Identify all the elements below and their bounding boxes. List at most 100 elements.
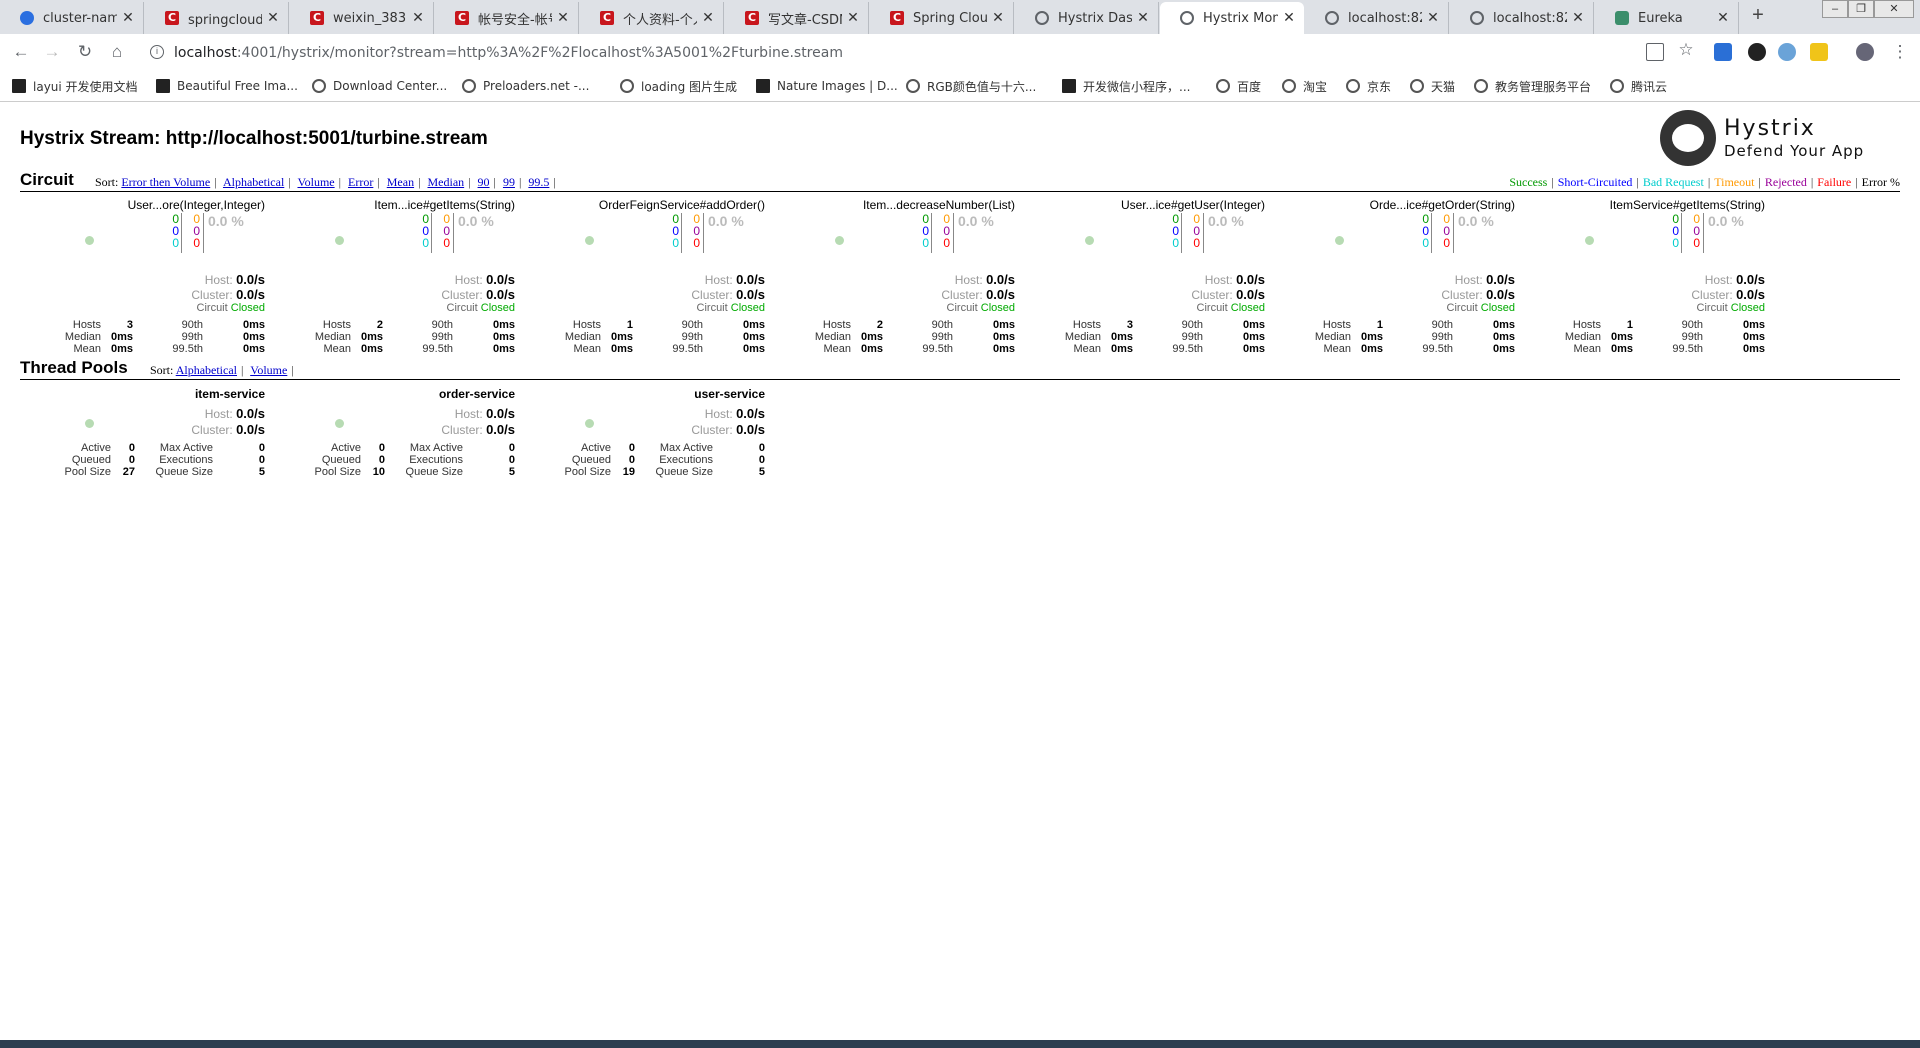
home-button[interactable]: ⌂ bbox=[107, 42, 127, 62]
close-tab-icon[interactable]: ✕ bbox=[411, 10, 425, 26]
host-label: Host: bbox=[454, 407, 483, 421]
hosts-value: 2 bbox=[376, 319, 383, 331]
browser-tab[interactable]: cluster-name✕ bbox=[0, 2, 144, 34]
extension-icon-2[interactable] bbox=[1748, 43, 1766, 61]
restore-button[interactable]: ❐ bbox=[1848, 0, 1874, 18]
close-tab-icon[interactable]: ✕ bbox=[1136, 10, 1150, 26]
page-title: Hystrix Stream: http://localhost:5001/tu… bbox=[20, 128, 488, 149]
host-value: 0.0/s bbox=[1236, 272, 1265, 287]
bookmark-item[interactable]: 腾讯云 bbox=[1610, 77, 1667, 95]
cluster-value: 0.0/s bbox=[1236, 287, 1265, 302]
bookmark-star-icon[interactable]: ☆ bbox=[1676, 40, 1696, 60]
address-bar[interactable]: localhost:4001/hystrix/monitor?stream=ht… bbox=[174, 41, 1674, 65]
sort-link-99-5[interactable]: 99.5 bbox=[528, 175, 549, 189]
tab-title: localhost:820 bbox=[1348, 10, 1422, 26]
mean-label: Mean bbox=[73, 343, 101, 355]
bookmark-item[interactable]: 教务管理服务平台 bbox=[1474, 77, 1591, 95]
cluster-label: Cluster: bbox=[941, 288, 983, 302]
health-circle-icon bbox=[85, 419, 94, 428]
site-info-icon[interactable]: i bbox=[150, 45, 164, 59]
host-label: Host: bbox=[704, 273, 733, 287]
sort-link-error-then-volume[interactable]: Error then Volume bbox=[121, 175, 210, 189]
bookmark-item[interactable]: 百度 bbox=[1216, 77, 1261, 95]
minimize-button[interactable]: – bbox=[1822, 0, 1848, 18]
close-tab-icon[interactable]: ✕ bbox=[1282, 10, 1296, 26]
reload-button[interactable]: ↻ bbox=[75, 42, 95, 62]
failure-count: 0 bbox=[693, 236, 700, 250]
percentile-value: 0ms bbox=[1492, 319, 1515, 331]
new-tab-button[interactable]: + bbox=[1746, 4, 1770, 28]
sort-link-99[interactable]: 99 bbox=[503, 175, 515, 189]
bookmark-item[interactable]: Preloaders.net -... bbox=[462, 77, 589, 95]
browser-tab[interactable]: 帐号安全-帐号✕ bbox=[435, 2, 579, 34]
cluster-rate: Cluster: 0.0/s bbox=[941, 287, 1015, 302]
bookmark-item[interactable]: layui 开发使用文档 bbox=[12, 77, 138, 95]
percentile-value: 0ms bbox=[1242, 331, 1265, 343]
percentile-label: 90th bbox=[1431, 319, 1453, 331]
close-tab-icon[interactable]: ✕ bbox=[1571, 10, 1585, 26]
sort-link-volume[interactable]: Volume bbox=[297, 175, 334, 189]
bookmark-item[interactable]: Beautiful Free Ima... bbox=[156, 77, 298, 95]
profile-avatar[interactable] bbox=[1856, 43, 1874, 61]
command-name: User...ice#getUser(Integer) bbox=[1120, 198, 1265, 212]
translate-icon[interactable] bbox=[1646, 43, 1664, 61]
bookmark-item[interactable]: RGB颜色值与十六... bbox=[906, 77, 1036, 95]
sort-link-mean[interactable]: Mean bbox=[387, 175, 414, 189]
close-tab-icon[interactable]: ✕ bbox=[991, 10, 1005, 26]
host-rate: Host: 0.0/s bbox=[705, 272, 765, 287]
bookmark-item[interactable]: Nature Images | D... bbox=[756, 77, 898, 95]
close-tab-icon[interactable]: ✕ bbox=[556, 10, 570, 26]
sort-link-alphabetical[interactable]: Alphabetical bbox=[176, 363, 237, 377]
close-tab-icon[interactable]: ✕ bbox=[266, 10, 280, 26]
sort-link-error[interactable]: Error bbox=[348, 175, 373, 189]
browser-tab[interactable]: weixin_38305✕ bbox=[290, 2, 434, 34]
pool-stat-label: Executions bbox=[159, 454, 213, 466]
bad-count: 0 bbox=[1672, 236, 1679, 250]
percentile-label: 99th bbox=[1431, 331, 1453, 343]
forward-button[interactable]: → bbox=[42, 42, 62, 62]
close-tab-icon[interactable]: ✕ bbox=[1426, 10, 1440, 26]
menu-icon[interactable]: ⋮ bbox=[1890, 42, 1910, 62]
browser-tab[interactable]: localhost:820✕ bbox=[1305, 2, 1449, 34]
bookmark-item[interactable]: Download Center... bbox=[312, 77, 447, 95]
browser-tab[interactable]: Spring Cloud✕ bbox=[870, 2, 1014, 34]
sort-link-median[interactable]: Median bbox=[427, 175, 464, 189]
circuit-card: User...ore(Integer,Integer) 0 0 0 0 0 0 0.0 % Ho… bbox=[15, 198, 265, 368]
bookmark-item[interactable]: loading 图片生成 bbox=[620, 77, 737, 95]
sort-link-alphabetical[interactable]: Alphabetical bbox=[223, 175, 284, 189]
sort-link-volume[interactable]: Volume bbox=[250, 363, 287, 377]
browser-tab[interactable]: Eureka ✕ bbox=[1595, 2, 1739, 34]
browser-tab[interactable]: localhost:820✕ bbox=[1450, 2, 1594, 34]
extension-icon-3[interactable] bbox=[1778, 43, 1796, 61]
sort-link-90[interactable]: 90 bbox=[478, 175, 490, 189]
failure-count: 0 bbox=[1693, 236, 1700, 250]
extension-icon-1[interactable] bbox=[1714, 43, 1732, 61]
browser-tab[interactable]: Hystrix Monit✕ bbox=[1160, 2, 1304, 34]
os-taskbar bbox=[0, 1040, 1920, 1048]
close-tab-icon[interactable]: ✕ bbox=[846, 10, 860, 26]
threadpool-card: item-service Host: 0.0/s Cluster: 0.0/s Act… bbox=[15, 387, 265, 487]
host-rate: Host: 0.0/s bbox=[1455, 272, 1515, 287]
percentile-label: 90th bbox=[681, 319, 703, 331]
close-tab-icon[interactable]: ✕ bbox=[701, 10, 715, 26]
error-percentage: 0.0 % bbox=[958, 213, 994, 229]
bookmark-icon bbox=[906, 79, 920, 93]
close-tab-icon[interactable]: ✕ bbox=[1716, 10, 1730, 26]
bookmark-item[interactable]: 京东 bbox=[1346, 77, 1391, 95]
host-rate: Host: 0.0/s bbox=[705, 406, 765, 421]
bookmark-item[interactable]: 淘宝 bbox=[1282, 77, 1327, 95]
health-circle-icon bbox=[585, 419, 594, 428]
back-button[interactable]: ← bbox=[11, 42, 31, 62]
browser-tab[interactable]: springcloud之✕ bbox=[145, 2, 289, 34]
close-tab-icon[interactable]: ✕ bbox=[121, 10, 135, 26]
percentile-label: 99th bbox=[431, 331, 453, 343]
browser-tab[interactable]: Hystrix Dashb✕ bbox=[1015, 2, 1159, 34]
browser-tab[interactable]: 个人资料-个人✕ bbox=[580, 2, 724, 34]
bookmark-icon bbox=[1474, 79, 1488, 93]
close-window-button[interactable]: ✕ bbox=[1874, 0, 1914, 18]
bookmark-item[interactable]: 开发微信小程序，... bbox=[1062, 77, 1190, 95]
pool-stat-value: 0 bbox=[378, 454, 385, 466]
bookmark-item[interactable]: 天猫 bbox=[1410, 77, 1455, 95]
extension-icon-4[interactable] bbox=[1810, 43, 1828, 61]
browser-tab[interactable]: 写文章-CSDN✕ bbox=[725, 2, 869, 34]
